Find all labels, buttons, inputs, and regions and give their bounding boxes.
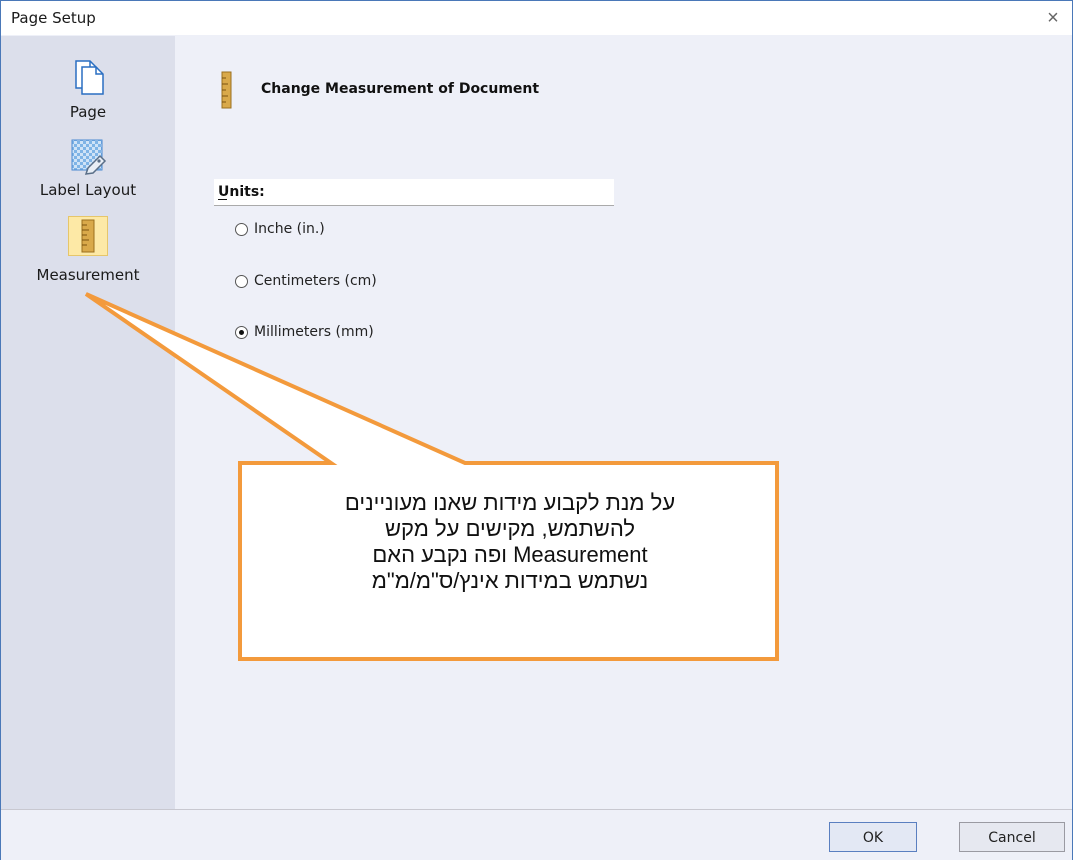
content-panel <box>175 36 1072 809</box>
label-layout-icon <box>71 139 107 175</box>
radio-button[interactable] <box>235 275 248 288</box>
page-icon <box>75 60 104 95</box>
radio-label: Inche (in.) <box>254 221 325 237</box>
sidebar-item-label: Page <box>69 103 107 121</box>
window-title: Page Setup <box>11 9 96 27</box>
radio-selected-dot <box>239 330 244 335</box>
section-heading: Change Measurement of Document <box>261 81 540 97</box>
sidebar-item-label: Measurement <box>36 266 140 284</box>
radio-button[interactable] <box>235 223 248 236</box>
callout-line: Measurement ופה נקבע האם <box>372 542 648 567</box>
title-bar: Page Setup × <box>1 1 1072 35</box>
sidebar-item-label: Label Layout <box>39 181 137 199</box>
sidebar-item-page[interactable]: Page <box>1 58 175 121</box>
page-setup-dialog: Page Setup × Page Label Layout Measureme… <box>0 0 1073 860</box>
sidebar-item-label-layout[interactable]: Label Layout <box>1 138 175 199</box>
radio-label: Centimeters (cm) <box>254 273 377 289</box>
sidebar-item-measurement[interactable]: Measurement <box>1 216 175 284</box>
dialog-footer: OK Cancel <box>1 809 1072 860</box>
close-icon[interactable]: × <box>1038 4 1068 32</box>
radio-button[interactable] <box>235 326 248 339</box>
ruler-icon <box>81 219 95 253</box>
callout-line: להשתמש, מקישים על מקש <box>384 516 636 541</box>
callout-line: על מנת לקבוע מידות שאנו מעוניינים <box>344 490 676 515</box>
selected-highlight <box>68 216 108 256</box>
mnemonic-underline <box>218 199 227 200</box>
ruler-icon <box>221 71 232 109</box>
units-label: Units: <box>218 184 265 200</box>
ok-button[interactable]: OK <box>829 822 917 852</box>
cancel-button[interactable]: Cancel <box>959 822 1065 852</box>
callout-text: על מנת לקבוע מידות שאנו מעוניינים להשתמש… <box>246 490 774 594</box>
radio-label: Millimeters (mm) <box>254 324 374 340</box>
units-group-header: Units: <box>214 179 614 206</box>
callout-line: נשתמש במידות אינץ/ס"מ/מ"מ <box>371 568 649 593</box>
sidebar-nav: Page Label Layout Measurement <box>1 36 175 809</box>
